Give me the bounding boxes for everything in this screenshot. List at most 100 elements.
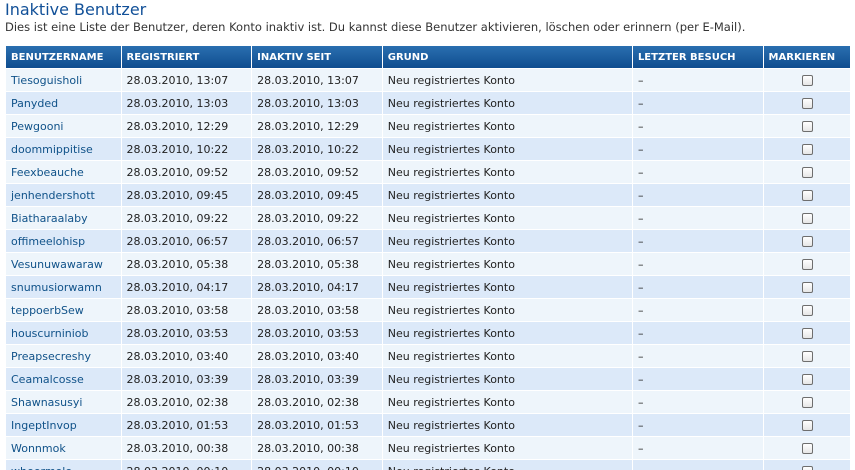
column-header-inactive-since[interactable]: INAKTIV SEIT <box>252 46 382 68</box>
table-header-row: BENUTZERNAME REGISTRIERT INAKTIV SEIT GR… <box>6 46 850 68</box>
mark-checkbox[interactable] <box>802 236 814 247</box>
table-row: Wonnmok 28.03.2010, 00:38 28.03.2010, 00:3… <box>6 437 850 459</box>
registered-cell: 28.03.2010, 03:53 <box>121 322 252 344</box>
username-link[interactable]: Panyded <box>6 92 121 114</box>
registered-cell: 28.03.2010, 04:17 <box>121 276 252 298</box>
reason-cell: Neu registriertes Konto <box>382 138 632 160</box>
mark-checkbox[interactable] <box>802 213 814 224</box>
reason-cell: Neu registriertes Konto <box>382 460 632 470</box>
table-body: Tiesoguisholi 28.03.2010, 13:07 28.03.2010… <box>6 69 850 470</box>
column-header-mark: MARKIEREN <box>763 46 850 68</box>
mark-checkbox[interactable] <box>802 328 814 339</box>
table-row: Tiesoguisholi 28.03.2010, 13:07 28.03.2010… <box>6 69 850 91</box>
mark-cell <box>763 345 850 367</box>
mark-checkbox[interactable] <box>802 190 814 201</box>
registered-cell: 28.03.2010, 13:07 <box>121 69 252 91</box>
reason-cell: Neu registriertes Konto <box>382 368 632 390</box>
reason-cell: Neu registriertes Konto <box>382 253 632 275</box>
mark-cell <box>763 184 850 206</box>
last-visit-cell: – <box>632 391 763 413</box>
username-link[interactable]: Wonnmok <box>6 437 121 459</box>
last-visit-cell: – <box>632 368 763 390</box>
mark-cell <box>763 437 850 459</box>
table-row: jenhendershott 28.03.2010, 09:45 28.03.201… <box>6 184 850 206</box>
reason-cell: Neu registriertes Konto <box>382 345 632 367</box>
column-header-registered[interactable]: REGISTRIERT <box>121 46 252 68</box>
inactive-since-cell: 28.03.2010, 03:40 <box>252 345 382 367</box>
username-link[interactable]: teppoerbSew <box>6 299 121 321</box>
last-visit-cell: – <box>632 92 763 114</box>
username-link[interactable]: jenhendershott <box>6 184 121 206</box>
registered-cell: 28.03.2010, 01:53 <box>121 414 252 436</box>
table-row: Shawnasusyi 28.03.2010, 02:38 28.03.2010, … <box>6 391 850 413</box>
username-link[interactable]: doommippitise <box>6 138 121 160</box>
mark-checkbox[interactable] <box>802 443 814 454</box>
registered-cell: 28.03.2010, 00:10 <box>121 460 252 470</box>
mark-cell <box>763 391 850 413</box>
inactive-users-table: BENUTZERNAME REGISTRIERT INAKTIV SEIT GR… <box>5 45 851 470</box>
username-link[interactable]: Biatharaalaby <box>6 207 121 229</box>
mark-checkbox[interactable] <box>802 374 814 385</box>
mark-checkbox[interactable] <box>802 167 814 178</box>
mark-checkbox[interactable] <box>802 75 814 86</box>
inactive-since-cell: 28.03.2010, 03:39 <box>252 368 382 390</box>
username-link[interactable]: houscurniniob <box>6 322 121 344</box>
reason-cell: Neu registriertes Konto <box>382 276 632 298</box>
table-row: Feexbeauche 28.03.2010, 09:52 28.03.2010, … <box>6 161 850 183</box>
column-header-last-visit[interactable]: LETZTER BESUCH <box>632 46 763 68</box>
mark-checkbox[interactable] <box>802 259 814 270</box>
table-row: snumusiorwamn 28.03.2010, 04:17 28.03.2010… <box>6 276 850 298</box>
username-link[interactable]: offimeelohisp <box>6 230 121 252</box>
mark-checkbox[interactable] <box>802 98 814 109</box>
mark-checkbox[interactable] <box>802 144 814 155</box>
mark-cell <box>763 207 850 229</box>
username-link[interactable]: Feexbeauche <box>6 161 121 183</box>
reason-cell: Neu registriertes Konto <box>382 437 632 459</box>
registered-cell: 28.03.2010, 09:22 <box>121 207 252 229</box>
inactive-since-cell: 28.03.2010, 09:52 <box>252 161 382 183</box>
username-link[interactable]: wheermolo <box>6 460 121 470</box>
last-visit-cell: – <box>632 253 763 275</box>
username-link[interactable]: Preapsecreshy <box>6 345 121 367</box>
username-link[interactable]: Ceamalcosse <box>6 368 121 390</box>
mark-checkbox[interactable] <box>802 282 814 293</box>
reason-cell: Neu registriertes Konto <box>382 230 632 252</box>
mark-checkbox[interactable] <box>802 121 814 132</box>
column-header-username[interactable]: BENUTZERNAME <box>6 46 121 68</box>
inactive-since-cell: 28.03.2010, 13:07 <box>252 69 382 91</box>
registered-cell: 28.03.2010, 03:58 <box>121 299 252 321</box>
reason-cell: Neu registriertes Konto <box>382 184 632 206</box>
inactive-since-cell: 28.03.2010, 12:29 <box>252 115 382 137</box>
table-row: Biatharaalaby 28.03.2010, 09:22 28.03.2010… <box>6 207 850 229</box>
reason-cell: Neu registriertes Konto <box>382 299 632 321</box>
last-visit-cell: – <box>632 138 763 160</box>
mark-checkbox[interactable] <box>802 420 814 431</box>
table-row: Vesunuwawaraw 28.03.2010, 05:38 28.03.2010… <box>6 253 850 275</box>
username-link[interactable]: Tiesoguisholi <box>6 69 121 91</box>
mark-checkbox[interactable] <box>802 305 814 316</box>
registered-cell: 28.03.2010, 06:57 <box>121 230 252 252</box>
mark-cell <box>763 414 850 436</box>
last-visit-cell: – <box>632 161 763 183</box>
registered-cell: 28.03.2010, 02:38 <box>121 391 252 413</box>
username-link[interactable]: IngeptInvop <box>6 414 121 436</box>
mark-checkbox[interactable] <box>802 351 814 362</box>
username-link[interactable]: Pewgooni <box>6 115 121 137</box>
username-link[interactable]: snumusiorwamn <box>6 276 121 298</box>
page-description: Dies ist eine Liste der Benutzer, deren … <box>5 20 746 34</box>
table-row: offimeelohisp 28.03.2010, 06:57 28.03.2010… <box>6 230 850 252</box>
column-header-reason[interactable]: GRUND <box>382 46 632 68</box>
registered-cell: 28.03.2010, 13:03 <box>121 92 252 114</box>
mark-cell <box>763 230 850 252</box>
username-link[interactable]: Vesunuwawaraw <box>6 253 121 275</box>
mark-checkbox[interactable] <box>802 397 814 408</box>
table-row: teppoerbSew 28.03.2010, 03:58 28.03.2010, … <box>6 299 850 321</box>
inactive-users-page: Inaktive Benutzer Dies ist eine Liste de… <box>0 0 855 470</box>
registered-cell: 28.03.2010, 09:52 <box>121 161 252 183</box>
registered-cell: 28.03.2010, 03:40 <box>121 345 252 367</box>
reason-cell: Neu registriertes Konto <box>382 69 632 91</box>
mark-checkbox[interactable] <box>802 466 814 470</box>
mark-cell <box>763 161 850 183</box>
inactive-since-cell: 28.03.2010, 00:10 <box>252 460 382 470</box>
username-link[interactable]: Shawnasusyi <box>6 391 121 413</box>
